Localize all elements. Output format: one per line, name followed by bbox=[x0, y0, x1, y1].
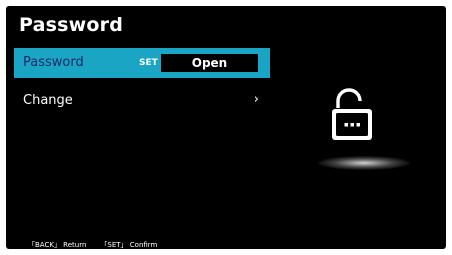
set-hint-tag: SET bbox=[139, 58, 158, 68]
menu-item-label: Change bbox=[23, 93, 73, 108]
set-confirm-hint: 「SET」 Confirm bbox=[100, 241, 158, 249]
password-screen: Password Password SET Open Change › 「BAC… bbox=[6, 6, 446, 249]
menu-item-password[interactable]: Password SET Open bbox=[14, 48, 270, 78]
chevron-right-icon: › bbox=[253, 92, 259, 107]
menu-item-change[interactable]: Change › bbox=[14, 88, 270, 114]
key-hints-footer: 「BACK」 Return 「SET」 Confirm bbox=[28, 240, 157, 249]
back-return-hint: 「BACK」 Return bbox=[28, 241, 87, 249]
menu-item-label: Password bbox=[23, 55, 84, 70]
unlocked-padlock-icon bbox=[330, 88, 374, 144]
lock-reflection-glow bbox=[318, 156, 410, 170]
password-value-selector[interactable]: Open bbox=[161, 54, 258, 72]
page-title: Password bbox=[19, 14, 124, 36]
